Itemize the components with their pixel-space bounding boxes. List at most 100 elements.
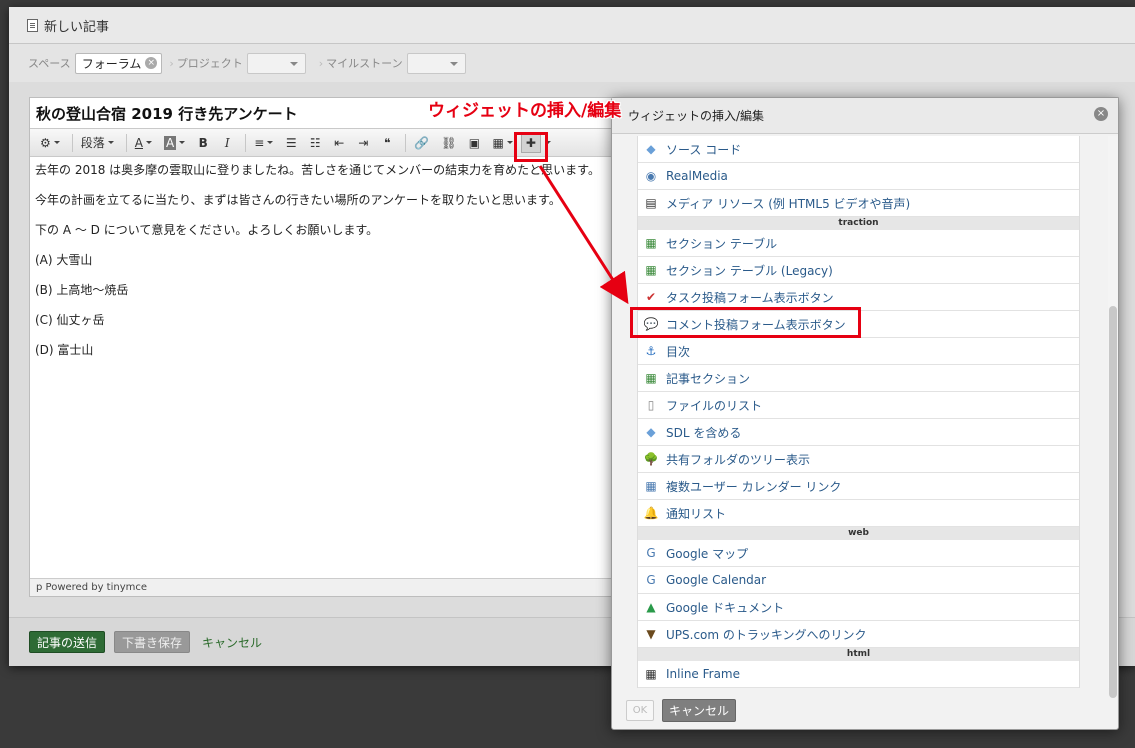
widget-item-label: 通知リスト [666, 506, 727, 521]
cancel-link[interactable]: キャンセル [202, 634, 262, 651]
indent-icon[interactable]: ⇥ [353, 133, 373, 153]
widget-item[interactable]: ▦ セクション テーブル (Legacy) [638, 257, 1079, 284]
submit-article-button[interactable]: 記事の送信 [29, 631, 106, 653]
task-form-icon: ✔ [645, 290, 657, 304]
dialog-footer: OK キャンセル [612, 690, 1118, 730]
widget-item-label: タスク投稿フォーム表示ボタン [666, 290, 834, 305]
iframe-icon: ▦ [645, 667, 657, 681]
bullet-list-icon[interactable]: ☰ [281, 133, 301, 153]
widget-item-label: UPS.com のトラッキングへのリンク [666, 627, 867, 642]
align-icon[interactable]: ≡ [250, 133, 277, 153]
calendar-users-icon: ▦ [645, 479, 657, 493]
settings-gear-icon[interactable]: ⚙ [36, 133, 64, 153]
widget-item[interactable]: ◉ RealMedia [638, 163, 1079, 190]
link-icon[interactable]: 🔗 [410, 133, 433, 153]
space-value: フォーラム [81, 56, 142, 71]
widget-list: ◆ ソース コード ◉ RealMedia ▤ メディア リソース (例 HTML5 ビデ… [637, 136, 1080, 688]
widget-item[interactable]: ◆ SDL を含める [638, 419, 1079, 446]
widget-dialog: ウィジェットの挿入/編集 × ◆ ソース コード ◉ RealMedia ▤ メディア リ… [611, 97, 1119, 730]
save-draft-button[interactable]: 下書き保存 [114, 631, 191, 653]
widget-item-label: 共有フォルダのツリー表示 [666, 452, 811, 467]
google-calendar-icon: G [646, 573, 656, 587]
section-table-icon: ▦ [645, 236, 657, 250]
widget-item[interactable]: ▦ セクション テーブル [638, 230, 1079, 257]
bold-icon[interactable]: B [193, 133, 213, 153]
unlink-icon[interactable]: ⛓ [437, 133, 460, 153]
widget-item-label: Google Calendar [666, 573, 767, 587]
separator-icon: › [318, 56, 324, 70]
film-icon: ▤ [645, 196, 657, 210]
article-section-icon: ▦ [645, 371, 657, 385]
widget-item[interactable]: ⚓ 目次 [638, 338, 1079, 365]
sdl-icon: ◆ [646, 425, 656, 439]
italic-icon[interactable]: I [217, 133, 237, 153]
document-icon [27, 18, 38, 32]
outdent-icon[interactable]: ⇤ [329, 133, 349, 153]
google-drive-icon: ▲ [646, 600, 656, 614]
google-maps-icon: G [646, 546, 656, 560]
group-header-traction: traction [638, 217, 1079, 230]
window-title: 新しい記事 [44, 19, 110, 35]
widget-item-label: Inline Frame [666, 667, 741, 681]
dialog-cancel-button[interactable]: キャンセル [662, 698, 737, 722]
widget-item-label: RealMedia [666, 169, 728, 183]
paragraph-format-select[interactable]: 段落 [77, 133, 118, 153]
widget-item[interactable]: ▦ 複数ユーザー カレンダー リンク [638, 473, 1079, 500]
milestone-select[interactable] [406, 52, 466, 74]
widget-item[interactable]: ▯ ファイルのリスト [638, 392, 1079, 419]
widget-item-label: 目次 [666, 344, 691, 359]
widget-item[interactable]: ▤ メディア リソース (例 HTML5 ビデオや音声) [638, 190, 1079, 217]
widget-item-label: 記事セクション [666, 371, 751, 386]
window-titlebar: 新しい記事 [9, 7, 1135, 44]
widget-item[interactable]: G Google マップ [638, 540, 1079, 567]
widget-item-label: Google マップ [666, 546, 749, 561]
widget-item[interactable]: ◆ ソース コード [638, 136, 1079, 163]
scrollbar-thumb[interactable] [1109, 306, 1117, 698]
widget-item[interactable]: ▲ Google ドキュメント [638, 594, 1079, 621]
widget-item-label: ファイルのリスト [666, 398, 763, 413]
ups-icon: ▼ [646, 627, 656, 641]
widget-item[interactable]: 🔔 通知リスト [638, 500, 1079, 527]
tree-icon: 🌳 [643, 452, 659, 466]
image-icon[interactable]: ▣ [464, 133, 484, 153]
space-label: スペース [28, 57, 71, 70]
widget-item[interactable]: ▦ 記事セクション [638, 365, 1079, 392]
widget-item[interactable]: ▼ UPS.com のトラッキングへのリンク [638, 621, 1079, 648]
widget-item-label: メディア リソース (例 HTML5 ビデオや音声) [666, 196, 911, 211]
project-select[interactable] [246, 52, 306, 74]
group-header-web: web [638, 527, 1079, 540]
milestone-label: マイルストーン [326, 57, 403, 70]
highlight-widget-button [514, 132, 548, 162]
bell-icon: 🔔 [643, 506, 659, 520]
fields-bar: スペース フォーラム × › プロジェクト › マイルストーン [9, 44, 1135, 82]
remove-icon[interactable]: × [145, 57, 158, 69]
widget-item[interactable]: 🌳 共有フォルダのツリー表示 [638, 446, 1079, 473]
space-chip[interactable]: フォーラム × [74, 52, 163, 74]
ok-button[interactable]: OK [626, 699, 654, 721]
blockquote-icon[interactable]: ❝ [377, 133, 397, 153]
widget-item-label: SDL を含める [666, 425, 742, 440]
dialog-title: ウィジェットの挿入/編集 [612, 98, 1118, 134]
file-list-icon: ▯ [647, 398, 655, 412]
background-color-icon[interactable]: A [160, 133, 189, 153]
group-header-html: html [638, 648, 1079, 661]
widget-item-label: セクション テーブル [666, 236, 778, 251]
toc-icon: ⚓ [645, 344, 657, 358]
section-table-legacy-icon: ▦ [645, 263, 657, 277]
widget-item-label: 複数ユーザー カレンダー リンク [666, 479, 842, 494]
widget-item[interactable]: ▦ Inline Frame [638, 661, 1079, 688]
widget-item-label: Google ドキュメント [666, 600, 785, 615]
close-icon[interactable]: × [1094, 107, 1108, 121]
table-icon[interactable]: ▦ [488, 133, 516, 153]
text-color-icon[interactable]: A [131, 133, 156, 153]
numbered-list-icon[interactable]: ☷ [305, 133, 325, 153]
highlight-comment-widget [630, 307, 861, 338]
widget-item-label: ソース コード [666, 142, 742, 157]
widget-item-label: セクション テーブル (Legacy) [666, 263, 833, 278]
project-label: プロジェクト [176, 57, 243, 70]
dialog-scrollbar[interactable] [1108, 136, 1118, 698]
widget-item[interactable]: G Google Calendar [638, 567, 1079, 594]
code-icon: ◆ [646, 142, 656, 156]
separator-icon: › [169, 56, 174, 70]
annotation-label: ウィジェットの挿入/編集 [428, 101, 622, 121]
